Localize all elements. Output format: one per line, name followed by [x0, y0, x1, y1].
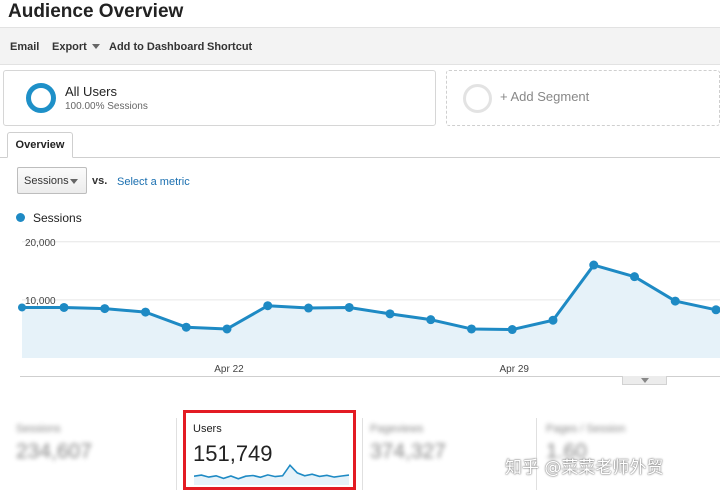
scorecard-value: 374,327: [370, 440, 446, 463]
data-point[interactable]: [467, 324, 476, 334]
data-point[interactable]: [100, 304, 110, 314]
chevron-down-icon: [70, 179, 78, 184]
scorecard-sessions[interactable]: Sessions 234,607: [8, 418, 173, 488]
sessions-chart: 20,000 10,000 Apr 22 Apr 29: [18, 238, 720, 375]
chart-collapse-handle[interactable]: [622, 376, 667, 385]
add-to-dashboard-button[interactable]: Add to Dashboard: [109, 41, 204, 53]
y-tick-label: 20,000: [25, 238, 56, 249]
segment-detail: 100.00% Sessions: [65, 101, 148, 112]
x-tick-label: Apr 22: [214, 364, 244, 375]
legend-dot-icon: [16, 213, 25, 222]
empty-segment-ring-icon: [463, 84, 492, 113]
data-point[interactable]: [670, 296, 680, 306]
scorecard-users[interactable]: Users 151,749: [183, 410, 356, 490]
shortcut-button[interactable]: Shortcut: [207, 41, 252, 53]
scorecard-label: Users: [193, 423, 222, 435]
data-point[interactable]: [141, 307, 150, 317]
data-point[interactable]: [385, 309, 395, 319]
metric-select-value: Sessions: [24, 175, 69, 187]
metric-select[interactable]: Sessions: [17, 167, 87, 194]
export-label: Export: [52, 41, 87, 53]
page-title: Audience Overview: [8, 1, 184, 22]
tab-divider: [0, 157, 720, 158]
scorecard-label: Pageviews: [370, 423, 424, 435]
data-point[interactable]: [344, 302, 354, 312]
select-metric-link[interactable]: Select a metric: [117, 176, 190, 188]
data-point[interactable]: [59, 302, 69, 312]
scorecard-pageviews[interactable]: Pageviews 374,327: [362, 418, 527, 488]
chart-baseline: [20, 376, 720, 377]
segment-ring-icon: [26, 83, 56, 113]
add-segment-button[interactable]: + Add Segment: [446, 70, 720, 126]
x-tick-label: Apr 29: [500, 364, 530, 375]
vs-label: vs.: [92, 175, 108, 187]
data-point[interactable]: [548, 315, 558, 325]
email-button[interactable]: Email: [10, 41, 39, 53]
toolbar: Email Export Add to Dashboard Shortcut: [0, 27, 720, 65]
users-sparkline: [194, 463, 350, 485]
data-point[interactable]: [589, 260, 599, 270]
data-point[interactable]: [304, 303, 313, 313]
data-point[interactable]: [181, 322, 191, 332]
tab-overview[interactable]: Overview: [7, 132, 73, 158]
legend-label-sessions: Sessions: [33, 211, 82, 225]
scorecard-divider: [176, 418, 177, 490]
data-point[interactable]: [222, 324, 232, 334]
scorecard-label: Sessions: [16, 423, 61, 435]
y-tick-label: 10,000: [25, 296, 56, 307]
segment-all-users[interactable]: All Users 100.00% Sessions: [3, 70, 436, 126]
chevron-down-icon: [641, 378, 649, 383]
data-point[interactable]: [426, 315, 436, 325]
segment-name: All Users: [65, 84, 118, 99]
watermark-text: 知乎 @菜菜老师外贸: [505, 458, 664, 478]
data-point[interactable]: [630, 272, 639, 282]
chevron-down-icon: [91, 44, 100, 49]
scorecard-label: Pages / Session: [546, 423, 626, 435]
scorecard-value: 234,607: [16, 440, 92, 463]
add-segment-label: + Add Segment: [500, 89, 590, 104]
data-point[interactable]: [507, 325, 517, 335]
export-button[interactable]: Export: [52, 41, 100, 53]
data-point[interactable]: [263, 301, 273, 311]
